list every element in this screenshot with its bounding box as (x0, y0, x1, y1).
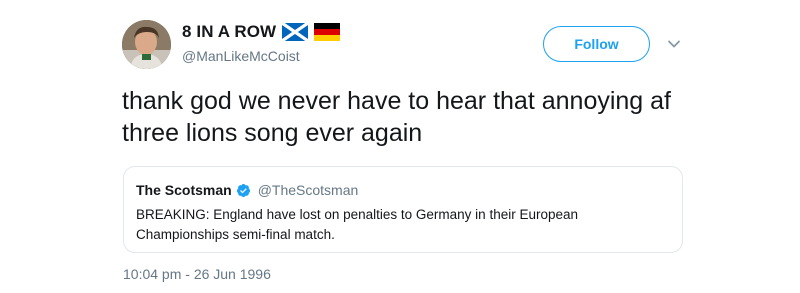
tweet-text: thank god we never have to hear that ann… (122, 87, 671, 147)
avatar[interactable] (122, 20, 171, 69)
verified-badge-icon (236, 183, 251, 198)
author-display-name[interactable]: 8 IN A ROW (182, 22, 276, 42)
germany-flag-icon (314, 23, 341, 41)
tweet-timestamp[interactable]: 10:04 pm - 26 Jun 1996 (123, 266, 271, 282)
quoted-tweet[interactable]: The Scotsman @TheScotsman BREAKING: Engl… (123, 166, 683, 253)
quoted-author-name: The Scotsman (136, 182, 232, 198)
follow-button[interactable]: Follow (543, 26, 650, 62)
author-name-row: 8 IN A ROW (182, 22, 341, 42)
chevron-down-icon[interactable] (667, 37, 681, 51)
author-handle[interactable]: @ManLikeMcCoist (182, 48, 300, 64)
quoted-author-handle: @TheScotsman (257, 182, 359, 198)
quoted-tweet-text: BREAKING: England have lost on penalties… (136, 207, 578, 242)
quoted-tweet-header: The Scotsman @TheScotsman (136, 181, 670, 199)
scotland-flag-icon (282, 23, 309, 41)
tweet-card: 8 IN A ROW @ManLikeMcCoist Follow thank … (0, 0, 800, 293)
